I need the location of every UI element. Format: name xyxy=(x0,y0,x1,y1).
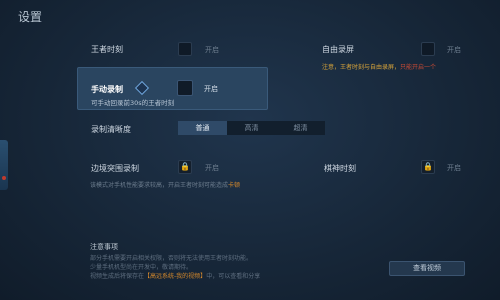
king-moment-toggle[interactable] xyxy=(178,42,192,56)
notes-title: 注意事项 xyxy=(90,243,118,251)
border-record-note-highlight: 卡顿 xyxy=(228,182,241,189)
manual-record-description: 可手动回录前30s的王者时刻 xyxy=(91,99,175,107)
king-moment-toggle-text: 开启 xyxy=(205,46,219,54)
notes-line-3-highlight: 【高远系统-我的视频】 xyxy=(144,273,207,280)
chess-moment-toggle-text: 开启 xyxy=(447,164,461,172)
free-record-label: 自由录屏 xyxy=(322,45,354,54)
quality-option-uhd[interactable]: 超清 xyxy=(276,121,325,135)
quality-option-normal[interactable]: 普通 xyxy=(178,121,227,135)
notes-line-3: 视频生成后将保存在【高远系统-我的视频】中，可以查看和分享 xyxy=(90,271,260,280)
border-record-toggle-text: 开启 xyxy=(205,164,219,172)
border-record-note: 该模式对手机性能要求较高，开启王者时刻可能造成卡顿 xyxy=(90,180,240,189)
quality-option-hd[interactable]: 高清 xyxy=(227,121,276,135)
border-record-note-text: 该模式对手机性能要求较高，开启王者时刻可能造成 xyxy=(90,182,229,189)
manual-record-toggle[interactable] xyxy=(177,80,193,96)
free-record-toggle[interactable] xyxy=(421,42,435,56)
manual-record-label: 手动录制 xyxy=(91,85,123,94)
lock-icon: 🔒 xyxy=(421,160,435,174)
border-record-label: 边境突围录制 xyxy=(91,164,139,173)
notes-line-1: 部分手机需要开启相关权限，否则将无法使用王者时刻功能。 xyxy=(90,255,253,262)
free-record-toggle-text: 开启 xyxy=(447,46,461,54)
manual-record-toggle-text: 开启 xyxy=(204,85,218,93)
quality-label: 录制清晰度 xyxy=(91,125,131,134)
notes-line-3-suffix: 中，可以查看和分享 xyxy=(206,273,261,280)
notes-line-3-prefix: 视频生成后将保存在 xyxy=(90,273,145,280)
view-video-button[interactable]: 查看视频 xyxy=(389,261,465,276)
page-title: 设置 xyxy=(18,10,43,24)
lock-icon: 🔒 xyxy=(178,160,192,174)
king-moment-label: 王者时刻 xyxy=(91,45,123,54)
chess-moment-label: 棋神时刻 xyxy=(324,164,356,173)
notes-line-2: 少量手机机型尚在开发中，敬请期待。 xyxy=(90,264,193,271)
exclusive-warning: 注意，王者时刻与自由录屏，只能开启一个 xyxy=(322,62,436,71)
side-panel-tab[interactable] xyxy=(0,140,8,190)
warning-suffix: 只能开启一个 xyxy=(400,64,437,71)
warning-prefix: 注意，王者时刻与自由录屏， xyxy=(322,64,401,71)
notification-dot xyxy=(2,176,6,180)
